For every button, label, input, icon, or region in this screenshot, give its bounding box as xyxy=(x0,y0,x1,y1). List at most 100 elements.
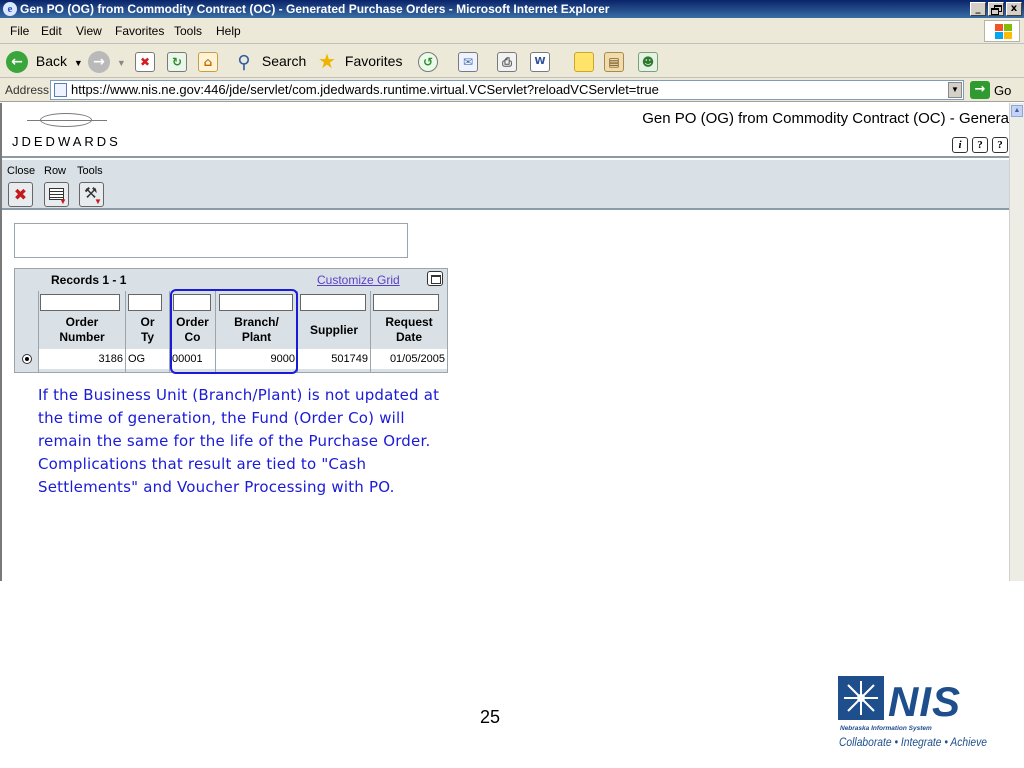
minimize-button[interactable]: _ xyxy=(970,2,986,16)
close-window-button[interactable]: x xyxy=(1006,2,1022,16)
row-button[interactable]: ▼ xyxy=(44,182,69,207)
dropdown-arrow-icon: ▼ xyxy=(116,58,126,68)
dropdown-arrow-icon: ▼ xyxy=(73,58,83,68)
close-x-icon: ✖ xyxy=(13,185,28,204)
jde-header: JDEDWARDS Gen PO (OG) from Commodity Con… xyxy=(2,103,1009,158)
column-header-or-ty[interactable]: Or Ty xyxy=(126,315,169,347)
history-icon[interactable]: ↺ xyxy=(418,52,438,72)
menu-tools[interactable]: Tools xyxy=(174,24,202,38)
header-line: Supplier xyxy=(309,323,358,337)
edit-word-icon[interactable]: W xyxy=(530,52,550,72)
tools-button[interactable]: ⚒ ▼ xyxy=(79,182,104,207)
go-arrow-icon[interactable]: → xyxy=(970,81,990,99)
search-icon: ⚲ xyxy=(237,52,251,73)
close-button[interactable]: ✖ xyxy=(8,182,33,207)
highlight-order-co-branch-plant xyxy=(170,289,298,374)
home-icon[interactable]: ⌂ xyxy=(198,52,218,72)
tools-label: Tools xyxy=(77,165,103,177)
whats-this-button[interactable]: ? xyxy=(992,137,1008,153)
menu-favorites[interactable]: Favorites xyxy=(115,24,164,38)
annotation-line: If the Business Unit (Branch/Plant) is n… xyxy=(38,386,440,404)
qbe-order-number[interactable] xyxy=(40,294,120,311)
cell-supplier[interactable]: 501749 xyxy=(298,349,370,369)
forward-button[interactable]: → ▼ xyxy=(88,50,126,74)
form-title: Gen PO (OG) from Commodity Contract (OC)… xyxy=(642,110,1009,127)
search-button[interactable]: ⚲ Search xyxy=(233,50,306,72)
header-line: Date xyxy=(395,330,422,344)
back-button[interactable]: ← Back ▼ xyxy=(6,50,83,74)
jde-logo-swoosh xyxy=(27,113,107,127)
header-line: Order xyxy=(65,315,99,329)
column-header-order-number[interactable]: Order Number xyxy=(39,315,125,347)
internet-explorer-icon: e xyxy=(3,2,17,16)
help-button[interactable]: ? xyxy=(972,137,988,153)
qbe-or-ty[interactable] xyxy=(128,294,162,311)
row-dropdown-icon: ▼ xyxy=(59,197,67,206)
info-button[interactable]: i xyxy=(952,137,968,153)
header-line: Number xyxy=(59,330,105,344)
back-arrow-icon: ← xyxy=(6,51,28,74)
address-url: https://www.nis.ne.gov:446/jde/servlet/c… xyxy=(71,82,659,97)
qbe-request-date[interactable] xyxy=(373,294,439,311)
discuss-icon[interactable] xyxy=(574,52,594,72)
header-line: Ty xyxy=(140,330,155,344)
row-select-radio[interactable] xyxy=(22,354,32,364)
go-button[interactable]: Go xyxy=(994,83,1011,98)
back-label: Back xyxy=(35,53,68,69)
windows-logo-icon xyxy=(984,20,1020,42)
restore-button[interactable] xyxy=(988,2,1004,16)
favorites-label: Favorites xyxy=(344,53,403,69)
cell-or-ty[interactable]: OG xyxy=(126,349,169,369)
column-header-request-date[interactable]: Request Date xyxy=(371,315,447,347)
nis-logo-subtitle: Nebraska Information System xyxy=(840,725,932,732)
jde-logo-text: JDEDWARDS xyxy=(12,134,121,149)
cell-request-date[interactable]: 01/05/2005 xyxy=(371,349,447,369)
header-line: Or xyxy=(140,315,155,329)
address-input[interactable]: https://www.nis.ne.gov:446/jde/servlet/c… xyxy=(50,80,964,100)
row-label: Row xyxy=(44,165,67,177)
mail-icon[interactable]: ✉ xyxy=(458,52,478,72)
forward-arrow-icon: → xyxy=(88,51,110,74)
messenger-icon[interactable]: ☻ xyxy=(638,52,658,72)
slide-number: 25 xyxy=(479,707,501,727)
address-dropdown-icon[interactable]: ▼ xyxy=(948,82,962,98)
browser-toolbar: ← Back ▼ → ▼ ✖ ↻ ⌂ ⚲ Search ★ Favorites … xyxy=(0,44,1024,78)
annotation-line: Settlements" and Voucher Processing with… xyxy=(38,478,395,496)
menu-help[interactable]: Help xyxy=(216,24,241,38)
research-icon[interactable]: ▤ xyxy=(604,52,624,72)
header-line: Request xyxy=(385,315,433,329)
tools-dropdown-icon: ▼ xyxy=(94,197,102,206)
search-label: Search xyxy=(261,53,307,69)
stop-icon[interactable]: ✖ xyxy=(135,52,155,72)
annotation-line: remain the same for the life of the Purc… xyxy=(38,432,431,450)
favorites-button[interactable]: ★ Favorites xyxy=(316,50,403,73)
print-icon[interactable]: ⎙ xyxy=(497,52,517,72)
refresh-icon[interactable]: ↻ xyxy=(167,52,187,72)
annotation-note: If the Business Unit (Branch/Plant) is n… xyxy=(38,384,448,499)
scroll-up-icon[interactable]: ▲ xyxy=(1011,105,1023,117)
menu-view[interactable]: View xyxy=(76,24,102,38)
column-header-supplier[interactable]: Supplier xyxy=(298,315,370,347)
menu-edit[interactable]: Edit xyxy=(41,24,62,38)
maximize-grid-icon[interactable] xyxy=(427,271,443,286)
filter-input-box[interactable] xyxy=(14,223,408,258)
nis-logo-tagline: Collaborate • Integrate • Achieve xyxy=(839,735,987,749)
nis-logo-letters: NIS xyxy=(888,678,961,725)
address-bar: Address https://www.nis.ne.gov:446/jde/s… xyxy=(0,78,1024,102)
menu-file[interactable]: File xyxy=(10,24,29,38)
address-label: Address xyxy=(5,83,50,97)
window-title-bar: e Gen PO (OG) from Commodity Contract (O… xyxy=(0,0,1024,18)
annotation-line: Complications that result are tied to "C… xyxy=(38,455,367,473)
vertical-scrollbar[interactable]: ▲ xyxy=(1009,103,1024,581)
annotation-line: the time of generation, the Fund (Order … xyxy=(38,409,405,427)
cell-order-number[interactable]: 3186 xyxy=(39,349,125,369)
window-title: Gen PO (OG) from Commodity Contract (OC)… xyxy=(20,2,610,16)
qbe-supplier[interactable] xyxy=(300,294,366,311)
close-label: Close xyxy=(7,165,36,177)
nis-logo: NIS Nebraska Information System Collabor… xyxy=(838,676,987,749)
customize-grid-link[interactable]: Customize Grid xyxy=(317,273,400,287)
form-exit-bar: Close Row Tools ✖ ▼ ⚒ ▼ xyxy=(2,160,1009,210)
records-count: Records 1 - 1 xyxy=(51,273,127,287)
menu-bar: File Edit View Favorites Tools Help xyxy=(0,18,1024,44)
page-icon xyxy=(54,83,67,97)
